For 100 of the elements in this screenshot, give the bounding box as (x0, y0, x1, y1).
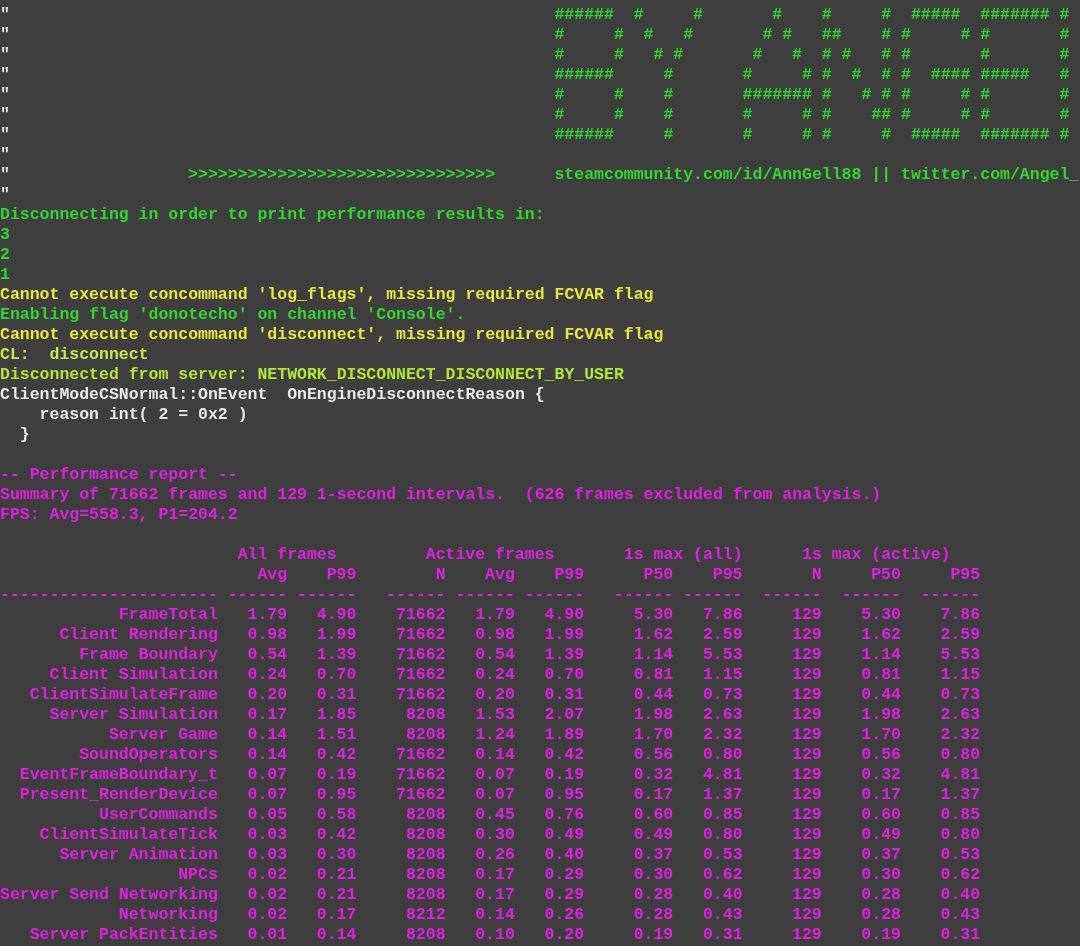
table-cell-text: 0.28 (632, 885, 674, 905)
table-cell-text: 0.31 (315, 685, 357, 705)
table-cell-text: 1.99 (543, 625, 585, 645)
dash-separator: ------ (523, 585, 585, 605)
table-cell-text: 0.30 (474, 825, 515, 845)
row-label: Server PackEntities (28, 925, 218, 945)
row-label: NPCs (177, 865, 218, 885)
table-cell-text: 5.53 (701, 645, 743, 665)
table-cell-text: 0.49 (543, 825, 585, 845)
quote-mark: " (0, 5, 10, 25)
table-cell-text: 1.37 (939, 785, 981, 805)
table-cell-text: 0.40 (701, 885, 743, 905)
table-cell-text: 2.32 (701, 725, 743, 745)
group-header: 1s max (active) (802, 545, 952, 565)
table-cell-text: 0.20 (246, 685, 288, 705)
table-cell-text: 0.56 (632, 745, 674, 765)
table-cell-text: 129 (791, 825, 822, 845)
table-cell-text: 129 (791, 885, 822, 905)
quote-mark: " (0, 105, 10, 125)
table-cell-text: 0.17 (246, 705, 288, 725)
table-cell-text: 0.42 (315, 745, 357, 765)
table-cell-text: 0.26 (543, 905, 585, 925)
table-cell-text: 0.62 (701, 865, 743, 885)
table-cell-text: 1.53 (474, 705, 515, 725)
column-header: N (810, 565, 822, 585)
table-cell-text: 0.98 (246, 625, 288, 645)
table-cell-text: 2.59 (939, 625, 981, 645)
table-cell-text: 1.15 (939, 665, 981, 685)
ascii-art-row: ###### # # # # # ##### ####### # (554, 125, 1070, 145)
table-cell-text: 8208 (404, 805, 446, 825)
column-header: Avg (256, 565, 288, 585)
table-cell-text: 1.99 (315, 625, 357, 645)
table-cell-text: 8208 (404, 925, 446, 945)
console-line: Disconnected from server: NETWORK_DISCONNECT_DISCONNECT_BY_USER (0, 365, 624, 385)
row-label: SoundOperators (78, 745, 218, 765)
quote-mark: " (0, 85, 10, 105)
console-line: CL: disconnect (0, 345, 149, 365)
table-cell-text: 71662 (395, 685, 446, 705)
table-cell-text: 0.73 (701, 685, 743, 705)
table-cell-text: 0.31 (701, 925, 743, 945)
table-cell-text: 0.02 (246, 885, 288, 905)
table-cell-text: 1.70 (632, 725, 674, 745)
table-cell-text: 0.24 (474, 665, 515, 685)
quote-mark: " (0, 145, 10, 165)
table-cell-text: 0.98 (474, 625, 515, 645)
row-label: Server Simulation (48, 705, 218, 725)
table-cell-text: 0.17 (474, 865, 515, 885)
table-cell-text: 0.43 (701, 905, 743, 925)
console-line: Cannot execute concommand 'log_flags', missing required FCVAR flag (0, 285, 654, 305)
table-cell-text: 0.43 (939, 905, 981, 925)
table-cell-text: 0.70 (315, 665, 357, 685)
table-cell-text: 129 (791, 865, 822, 885)
table-cell-text: 7.86 (939, 605, 981, 625)
table-cell-text: 0.45 (474, 805, 515, 825)
dash-separator: ------ (919, 585, 981, 605)
table-cell-text: 1.39 (543, 645, 585, 665)
console-line: Disconnecting in order to print performance results in: (0, 205, 545, 225)
table-cell-text: 0.10 (474, 925, 515, 945)
table-cell-text: 71662 (395, 785, 446, 805)
table-cell-text: 129 (791, 905, 822, 925)
table-cell-text: 0.54 (474, 645, 515, 665)
table-cell-text: 0.30 (632, 865, 674, 885)
table-cell-text: 0.20 (543, 925, 585, 945)
table-cell-text: 1.79 (246, 605, 288, 625)
ascii-art-row: ###### # # # # # # # #### ##### # (554, 65, 1070, 85)
table-cell-text: 129 (791, 665, 822, 685)
row-label: ClientSimulateTick (38, 825, 218, 845)
table-cell-text: 5.30 (860, 605, 901, 625)
table-cell-text: 0.80 (939, 745, 981, 765)
quote-mark: " (0, 125, 10, 145)
table-cell-text: 129 (791, 725, 822, 745)
table-cell-text: 1.15 (701, 665, 743, 685)
table-cell-text: 129 (791, 785, 822, 805)
table-cell-text: 2.07 (543, 705, 585, 725)
table-cell-text: 1.98 (860, 705, 901, 725)
table-cell-text: 0.28 (860, 905, 901, 925)
table-cell-text: 129 (791, 925, 822, 945)
table-cell-text: 129 (791, 645, 822, 665)
row-label: Server Send Networking (0, 885, 218, 905)
table-cell-text: 0.56 (860, 745, 901, 765)
table-cell-text: 0.70 (543, 665, 585, 685)
console-line: 1 (0, 265, 10, 285)
table-cell-text: 8208 (404, 865, 446, 885)
console-line: Cannot execute concommand 'disconnect', missing required FCVAR flag (0, 325, 664, 345)
table-cell-text: 1.62 (860, 625, 901, 645)
column-header: Avg (484, 565, 515, 585)
group-header: 1s max (all) (623, 545, 744, 565)
quote-mark: " (0, 45, 10, 65)
table-cell-text: 1.39 (315, 645, 357, 665)
row-label: Networking (117, 905, 218, 925)
table-cell-text: 0.80 (701, 745, 743, 765)
table-cell-text: 0.02 (246, 905, 288, 925)
console-line: FPS: Avg=558.3, P1=204.2 (0, 505, 238, 525)
ascii-art-row: # # # # # # ## # # # # (554, 105, 1070, 125)
table-cell-text: 8208 (404, 885, 446, 905)
row-label: FrameTotal (117, 605, 218, 625)
console-line: Enabling flag 'donotecho' on channel 'Console'. (0, 305, 466, 325)
table-cell-text: 0.19 (315, 765, 357, 785)
table-cell-text: 2.63 (701, 705, 743, 725)
column-header: P50 (870, 565, 901, 585)
